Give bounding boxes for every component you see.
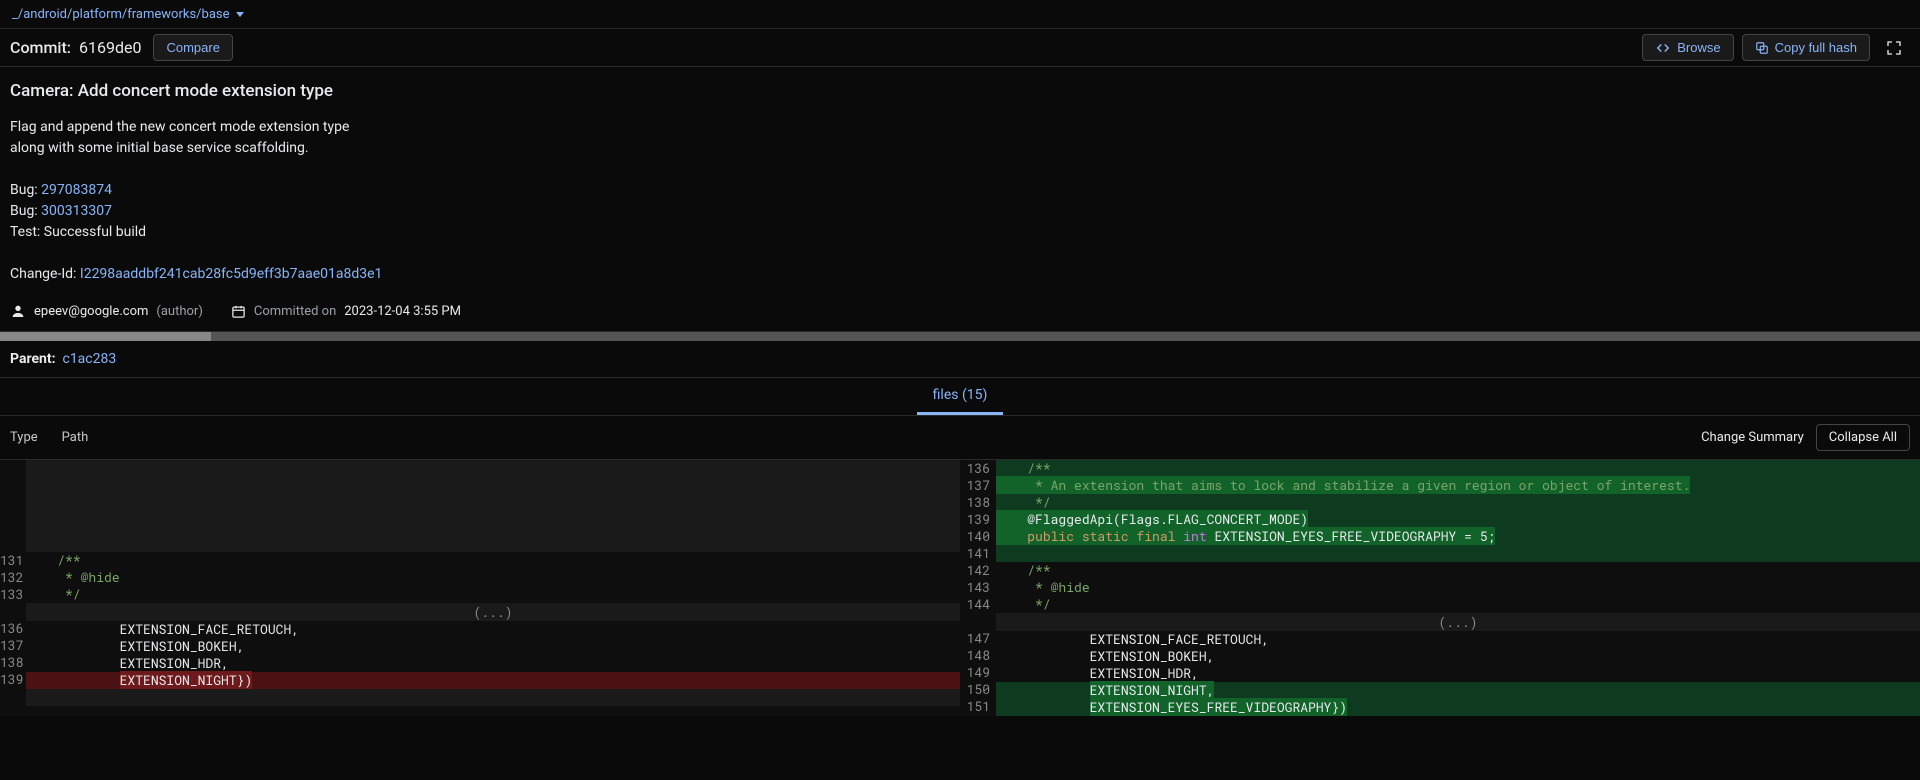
committed-on-date: 2023-12-04 3:55 PM (344, 304, 461, 319)
tabs-row: files (15) (0, 378, 1920, 416)
diff-view: 131132133136137138139 /** * @hide */(...… (0, 460, 1920, 716)
copy-hash-button[interactable]: Copy full hash (1742, 34, 1870, 61)
tab-files[interactable]: files (15) (917, 378, 1004, 415)
files-header: Type Path Change Summary Collapse All (0, 416, 1920, 460)
change-summary-button[interactable]: Change Summary (1701, 430, 1804, 445)
collapse-all-button[interactable]: Collapse All (1816, 424, 1910, 451)
commit-hash: 6169de0 (79, 38, 141, 57)
copy-icon (1755, 41, 1769, 55)
tab-files-label: files (15) (933, 387, 988, 403)
bug-line: Bug: 297083874 (10, 180, 1910, 201)
committed-on-label: Committed on (254, 304, 336, 319)
chevron-down-icon (236, 12, 244, 17)
browse-label: Browse (1677, 40, 1720, 55)
bug-link[interactable]: 300313307 (41, 203, 112, 219)
bug-line: Bug: 300313307 (10, 201, 1910, 222)
left-code[interactable]: /** * @hide */(...) EXTENSION_FACE_RETOU… (26, 460, 960, 716)
change-id-line: Change-Id: I2298aaddbf241cab28fc5d9eff3b… (10, 264, 1910, 285)
diff-pane-left: 131132133136137138139 /** * @hide */(...… (0, 460, 960, 716)
fullscreen-button[interactable] (1878, 32, 1910, 64)
commit-meta: epeev@google.com (author) Committed on 2… (10, 303, 1910, 319)
commit-message: Flag and append the new concert mode ext… (10, 117, 1910, 285)
commit-label: Commit: 6169de0 (10, 38, 141, 57)
scroll-thumb[interactable] (0, 332, 211, 341)
diff-pane-right: 1361371381391401411421431441471481491501… (960, 460, 1920, 716)
right-code[interactable]: /** * An extension that aims to lock and… (996, 460, 1920, 716)
person-icon (10, 303, 26, 319)
bug-link[interactable]: 297083874 (41, 182, 112, 198)
code-icon (1655, 41, 1671, 55)
column-path[interactable]: Path (62, 430, 89, 445)
commit-header-left: Commit: 6169de0 Compare (10, 34, 233, 61)
column-type[interactable]: Type (10, 430, 38, 445)
files-header-right: Change Summary Collapse All (1701, 424, 1910, 451)
test-line: Test: Successful build (10, 222, 1910, 243)
calendar-icon (231, 304, 246, 319)
commit-body: Camera: Add concert mode extension type … (0, 67, 1920, 332)
files-header-left: Type Path (10, 430, 88, 445)
bug-label: Bug: (10, 203, 41, 219)
bug-label: Bug: (10, 182, 41, 198)
author-meta: epeev@google.com (author) (10, 303, 203, 319)
parent-label: Parent: (10, 351, 56, 367)
parent-hash-link[interactable]: c1ac283 (62, 351, 116, 367)
commit-msg-line: along with some initial base service sca… (10, 138, 1910, 159)
author-email: epeev@google.com (34, 304, 148, 319)
parent-row: Parent: c1ac283 (0, 341, 1920, 378)
commit-header-right: Browse Copy full hash (1642, 32, 1910, 64)
fullscreen-icon (1886, 40, 1902, 56)
commit-header: Commit: 6169de0 Compare Browse Copy full… (0, 29, 1920, 67)
change-id-link[interactable]: I2298aaddbf241cab28fc5d9eff3b7aae01a8d3e… (80, 266, 383, 282)
browse-button[interactable]: Browse (1642, 34, 1733, 61)
top-bar: _/android/platform/frameworks/base (0, 0, 1920, 29)
right-gutter: 1361371381391401411421431441471481491501… (960, 460, 996, 716)
horizontal-scroll-indicator[interactable] (0, 332, 1920, 341)
left-gutter: 131132133136137138139 (0, 460, 26, 716)
compare-label: Compare (166, 40, 219, 55)
commit-title: Camera: Add concert mode extension type (10, 81, 1910, 101)
change-id-label: Change-Id: (10, 266, 80, 282)
compare-button[interactable]: Compare (153, 34, 232, 61)
copy-hash-label: Copy full hash (1775, 40, 1857, 55)
commit-label-text: Commit: (10, 38, 71, 57)
committed-meta: Committed on 2023-12-04 3:55 PM (231, 304, 461, 319)
breadcrumb-path: _/android/platform/frameworks/base (12, 7, 230, 22)
breadcrumb[interactable]: _/android/platform/frameworks/base (12, 7, 244, 22)
commit-msg-line: Flag and append the new concert mode ext… (10, 117, 1910, 138)
author-role: (author) (156, 304, 202, 319)
